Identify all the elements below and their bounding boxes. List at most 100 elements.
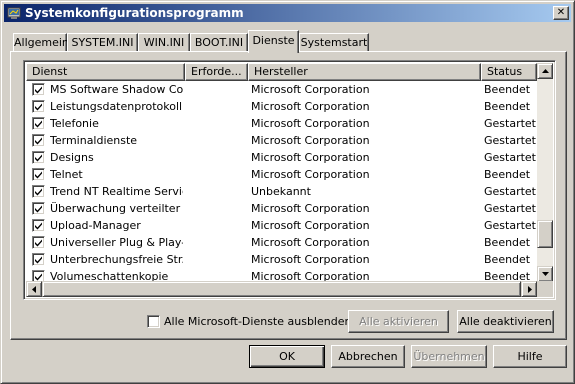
service-required <box>188 234 246 251</box>
disable-all-button[interactable]: Alle deaktivieren <box>457 310 554 333</box>
service-vendor: Microsoft Corporation <box>251 134 370 147</box>
service-checkbox[interactable] <box>32 100 45 113</box>
msconfig-app-icon <box>7 7 21 19</box>
hide-microsoft-services-box[interactable] <box>147 315 160 328</box>
service-status: Beendet <box>484 83 531 96</box>
service-checkbox[interactable] <box>32 83 45 96</box>
service-checkbox[interactable] <box>32 236 45 249</box>
tab-win-ini[interactable]: WIN.INI <box>138 33 190 52</box>
checkmark-icon <box>35 256 42 264</box>
service-status: Gestartet <box>484 151 536 164</box>
service-status: Beendet <box>484 168 531 181</box>
arrow-down-icon <box>542 272 549 276</box>
apply-button[interactable]: Übernehmen <box>411 345 487 368</box>
table-row[interactable]: Unterbrechungsfreie Str... Microsoft Corp… <box>26 251 537 268</box>
service-checkbox[interactable] <box>32 253 45 266</box>
service-status: Beendet <box>484 100 531 113</box>
checkmark-icon <box>35 154 42 162</box>
service-status: Beendet <box>484 253 531 266</box>
table-row[interactable]: Designs Microsoft Corporation Gestartet <box>26 149 537 166</box>
hide-microsoft-services-label: Alle Microsoft-Dienste ausblenden <box>164 315 352 328</box>
column-header-dienst[interactable]: Dienst <box>26 63 185 81</box>
checkmark-icon <box>35 188 42 196</box>
service-name: Universeller Plug & Play-... <box>50 236 183 249</box>
scroll-right-button[interactable] <box>521 281 537 297</box>
service-required <box>188 115 246 132</box>
checkmark-icon <box>35 273 42 281</box>
column-header-hersteller[interactable]: Hersteller <box>248 63 481 81</box>
tab-system-ini[interactable]: SYSTEM.INI <box>67 33 138 52</box>
table-row[interactable]: Telnet Microsoft Corporation Beendet <box>26 166 537 183</box>
service-name: Überwachung verteilter ... <box>50 202 183 215</box>
service-required <box>188 98 246 115</box>
service-checkbox[interactable] <box>32 202 45 215</box>
services-list[interactable]: Dienst Erforde... Hersteller Status MS S… <box>23 60 556 300</box>
service-required <box>188 166 246 183</box>
ok-button[interactable]: OK <box>249 345 325 368</box>
enable-all-button[interactable]: Alle aktivieren <box>348 310 449 333</box>
table-row[interactable]: Leistungsdatenprotokoll... Microsoft Corp… <box>26 98 537 115</box>
hide-microsoft-services-checkbox[interactable]: Alle Microsoft-Dienste ausblenden <box>147 314 351 330</box>
close-button[interactable]: ✕ <box>553 6 569 20</box>
checkmark-icon <box>35 103 42 111</box>
service-checkbox[interactable] <box>32 151 45 164</box>
service-required <box>188 183 246 200</box>
cancel-button[interactable]: Abbrechen <box>331 345 405 368</box>
service-status: Gestartet <box>484 219 536 232</box>
scroll-up-button[interactable] <box>537 63 553 79</box>
checkmark-icon <box>35 86 42 94</box>
horizontal-scrollbar[interactable] <box>26 281 537 297</box>
service-checkbox[interactable] <box>32 117 45 130</box>
service-name: Upload-Manager <box>50 219 141 232</box>
tab-allgemein[interactable]: Allgemein <box>13 33 69 52</box>
table-row[interactable]: Trend NT Realtime Service Unbekannt Gestar… <box>26 183 537 200</box>
table-row[interactable]: Telefonie Microsoft Corporation Gestartet <box>26 115 537 132</box>
checkmark-icon <box>35 137 42 145</box>
column-header-erforderlich[interactable]: Erforde... <box>185 63 248 81</box>
scroll-left-button[interactable] <box>26 281 42 297</box>
service-vendor: Microsoft Corporation <box>251 236 370 249</box>
title-bar[interactable]: Systemkonfigurationsprogramm ✕ <box>4 4 571 22</box>
arrow-right-icon <box>528 286 532 293</box>
service-checkbox[interactable] <box>32 168 45 181</box>
vertical-scroll-thumb[interactable] <box>537 220 553 248</box>
column-header-status[interactable]: Status <box>481 63 537 81</box>
checkmark-icon <box>35 239 42 247</box>
service-name: Telnet <box>50 168 83 181</box>
tab-systemstart[interactable]: Systemstart <box>299 33 369 52</box>
service-name: Unterbrechungsfreie Str... <box>50 253 183 266</box>
service-vendor: Microsoft Corporation <box>251 151 370 164</box>
service-checkbox[interactable] <box>32 134 45 147</box>
service-vendor: Microsoft Corporation <box>251 117 370 130</box>
service-required <box>188 132 246 149</box>
vertical-scrollbar[interactable] <box>537 63 553 282</box>
list-rows: MS Software Shadow Co... Microsoft Corpor… <box>26 81 537 284</box>
arrow-up-icon <box>542 69 549 73</box>
service-status: Gestartet <box>484 134 536 147</box>
service-vendor: Microsoft Corporation <box>251 219 370 232</box>
service-vendor: Microsoft Corporation <box>251 168 370 181</box>
tab-boot-ini[interactable]: BOOT.INI <box>190 33 248 52</box>
table-row[interactable]: Terminaldienste Microsoft Corporation Gest… <box>26 132 537 149</box>
service-status: Gestartet <box>484 185 536 198</box>
table-row[interactable]: Upload-Manager Microsoft Corporation Gesta… <box>26 217 537 234</box>
table-row[interactable]: Universeller Plug & Play-... Microsoft Co… <box>26 234 537 251</box>
horizontal-scroll-thumb[interactable] <box>42 281 521 297</box>
service-vendor: Microsoft Corporation <box>251 253 370 266</box>
service-status: Gestartet <box>484 117 536 130</box>
service-checkbox[interactable] <box>32 185 45 198</box>
service-name: Trend NT Realtime Service <box>50 185 183 198</box>
tab-dienste[interactable]: Dienste <box>248 30 299 53</box>
checkmark-icon <box>35 120 42 128</box>
arrow-left-icon <box>32 286 36 293</box>
scrollbar-corner <box>537 281 553 297</box>
help-button[interactable]: Hilfe <box>493 345 567 368</box>
service-name: MS Software Shadow Co... <box>50 83 183 96</box>
scroll-down-button[interactable] <box>537 266 553 282</box>
service-name: Designs <box>50 151 94 164</box>
service-required <box>188 81 246 98</box>
table-row[interactable]: Überwachung verteilter ... Microsoft Corp… <box>26 200 537 217</box>
service-checkbox[interactable] <box>32 219 45 232</box>
table-row[interactable]: MS Software Shadow Co... Microsoft Corpor… <box>26 81 537 98</box>
service-required <box>188 149 246 166</box>
